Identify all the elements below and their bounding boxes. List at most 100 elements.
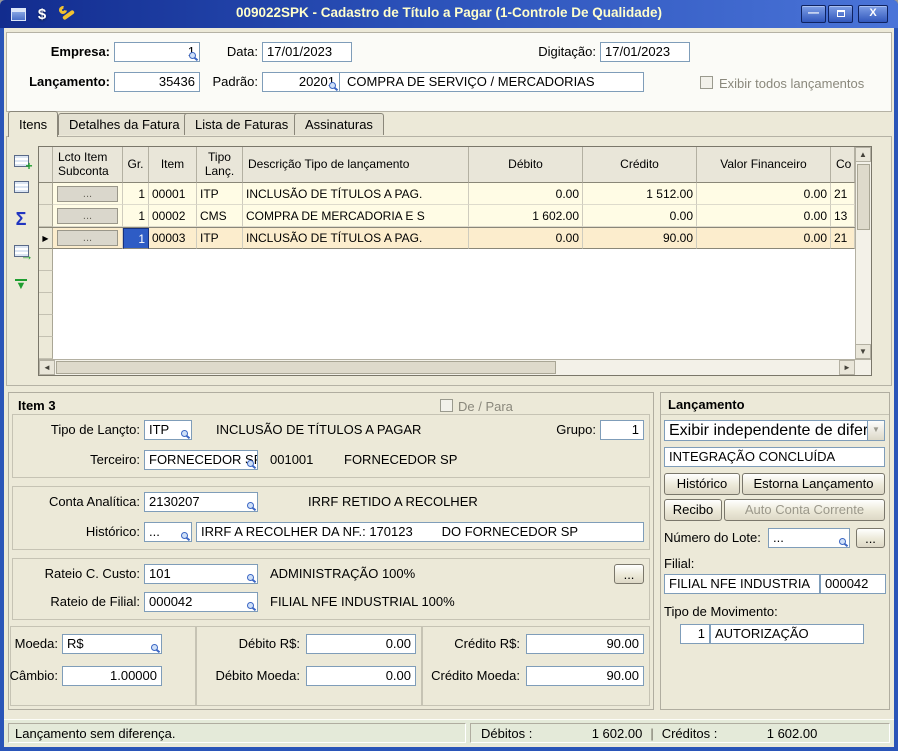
moeda-field[interactable]: R$ bbox=[62, 634, 162, 654]
column-header[interactable]: Valor Financeiro bbox=[697, 147, 831, 183]
lookup-icon[interactable] bbox=[151, 644, 160, 653]
tipo-movimento-desc-field[interactable]: AUTORIZAÇÃO bbox=[710, 624, 864, 644]
debito-cell[interactable]: 0.00 bbox=[469, 183, 583, 205]
descricao-cell[interactable]: COMPRA DE MERCADORIA E S bbox=[243, 205, 469, 227]
debito-rs-field[interactable]: 0.00 bbox=[306, 634, 416, 654]
credito-cell[interactable]: 90.00 bbox=[583, 228, 697, 249]
wrench-icon[interactable] bbox=[57, 4, 78, 24]
debito-moeda-field[interactable]: 0.00 bbox=[306, 666, 416, 686]
lookup-icon[interactable] bbox=[247, 502, 256, 511]
copy-row-button[interactable] bbox=[10, 176, 32, 198]
gr-cell-selected[interactable]: 1 bbox=[123, 228, 149, 249]
title-bar[interactable]: $ 009022SPK - Cadastro de Título a Pagar… bbox=[0, 0, 898, 28]
historico-button[interactable]: Histórico bbox=[664, 473, 740, 495]
lookup-icon[interactable] bbox=[247, 460, 256, 469]
vertical-scrollbar[interactable]: ▲ ▼ bbox=[855, 147, 871, 359]
lookup-icon[interactable] bbox=[181, 532, 190, 541]
digitacao-field[interactable]: 17/01/2023 bbox=[600, 42, 690, 62]
padrao-field[interactable]: 20201 COMPRA DE SERVIÇO / MERCADORIAS bbox=[262, 72, 644, 92]
conta-cell[interactable]: 13 bbox=[831, 205, 855, 227]
descricao-cell[interactable]: INCLUSÃO DE TÍTULOS A PAG. bbox=[243, 183, 469, 205]
vscroll-thumb[interactable] bbox=[857, 164, 870, 230]
lote-more-button[interactable]: ... bbox=[856, 528, 885, 548]
column-header[interactable]: Gr. bbox=[123, 147, 149, 183]
credito-cell[interactable]: 1 512.00 bbox=[583, 183, 697, 205]
credito-cell[interactable]: 0.00 bbox=[583, 205, 697, 227]
empresa-field[interactable]: 1 bbox=[114, 42, 200, 62]
chevron-down-icon[interactable]: ▼ bbox=[867, 421, 884, 440]
lancamento-field[interactable]: 35436 bbox=[114, 72, 200, 92]
credito-rs-field[interactable]: 90.00 bbox=[526, 634, 644, 654]
terceiro-field[interactable]: FORNECEDOR SP bbox=[144, 450, 258, 470]
insert-row-button[interactable]: + bbox=[10, 150, 33, 172]
lookup-icon[interactable] bbox=[189, 52, 198, 61]
hscroll-thumb[interactable] bbox=[56, 361, 556, 374]
historico-text-field[interactable]: IRRF A RECOLHER DA NF.: 170123 DO FORNEC… bbox=[196, 522, 644, 542]
subconta-cell[interactable]: ... bbox=[53, 205, 123, 227]
cambio-field[interactable]: 1.00000 bbox=[62, 666, 162, 686]
column-header[interactable]: Tipo Lanç. bbox=[197, 147, 243, 183]
column-header[interactable]: Item bbox=[149, 147, 197, 183]
sum-button[interactable]: Σ bbox=[10, 208, 32, 230]
tab-itens[interactable]: Itens bbox=[8, 111, 59, 137]
estorna-lancamento-button[interactable]: Estorna Lançamento bbox=[742, 473, 885, 495]
lookup-icon[interactable] bbox=[247, 602, 256, 611]
credito-moeda-field[interactable]: 90.00 bbox=[526, 666, 644, 686]
table-row[interactable]: ... 1 00002 CMS COMPRA DE MERCADORIA E S… bbox=[39, 205, 855, 227]
data-field[interactable]: 17/01/2023 bbox=[262, 42, 352, 62]
rateio-cc-more-button[interactable]: ... bbox=[614, 564, 644, 584]
tab-assinaturas[interactable]: Assinaturas bbox=[294, 113, 384, 135]
transfer-button[interactable]: → bbox=[10, 240, 34, 263]
item-cell[interactable]: 00001 bbox=[149, 183, 197, 205]
subconta-cell[interactable]: ... bbox=[53, 228, 123, 249]
rateio-cc-field[interactable]: 101 bbox=[144, 564, 258, 584]
rateio-filial-field[interactable]: 000042 bbox=[144, 592, 258, 612]
debito-cell[interactable]: 1 602.00 bbox=[469, 205, 583, 227]
exibir-combo[interactable]: Exibir independente de difere ▼ bbox=[664, 420, 885, 441]
valor-financeiro-cell[interactable]: 0.00 bbox=[697, 183, 831, 205]
historico-field[interactable]: ... bbox=[144, 522, 192, 542]
conta-cell[interactable]: 21 bbox=[831, 183, 855, 205]
scroll-down-button[interactable]: ▼ bbox=[855, 344, 871, 359]
money-icon[interactable]: $ bbox=[32, 4, 52, 24]
descricao-cell[interactable]: INCLUSÃO DE TÍTULOS A PAG. bbox=[243, 228, 469, 249]
table-row-selected[interactable]: ▶ ... 1 00003 ITP INCLUSÃO DE TÍTULOS A … bbox=[39, 227, 855, 249]
scroll-left-button[interactable]: ◄ bbox=[39, 360, 55, 375]
tipo-cell[interactable]: ITP bbox=[197, 228, 243, 249]
maximize-button[interactable] bbox=[828, 5, 853, 23]
valor-financeiro-cell[interactable]: 0.00 bbox=[697, 205, 831, 227]
conta-field[interactable]: 2130207 bbox=[144, 492, 258, 512]
column-header[interactable]: Descrição Tipo de lançamento bbox=[243, 147, 469, 183]
confirm-button[interactable]: ▼ bbox=[10, 274, 32, 296]
column-header[interactable]: Lcto Item Subconta bbox=[53, 147, 123, 183]
gr-cell[interactable]: 1 bbox=[123, 205, 149, 227]
tipo-lancto-field[interactable]: ITP bbox=[144, 420, 192, 440]
item-cell[interactable]: 00002 bbox=[149, 205, 197, 227]
debito-cell[interactable]: 0.00 bbox=[469, 228, 583, 249]
gr-cell[interactable]: 1 bbox=[123, 183, 149, 205]
filial-code-field[interactable]: 000042 bbox=[820, 574, 886, 594]
conta-cell[interactable]: 21 bbox=[831, 228, 855, 249]
table-row[interactable]: ... 1 00001 ITP INCLUSÃO DE TÍTULOS A PA… bbox=[39, 183, 855, 205]
filial-field[interactable]: FILIAL NFE INDUSTRIA bbox=[664, 574, 820, 594]
lookup-icon[interactable] bbox=[329, 82, 338, 91]
column-header[interactable]: Crédito bbox=[583, 147, 697, 183]
grupo-field[interactable]: 1 bbox=[600, 420, 644, 440]
recibo-button[interactable]: Recibo bbox=[664, 499, 722, 521]
scroll-right-button[interactable]: ► bbox=[839, 360, 855, 375]
close-button[interactable]: X bbox=[858, 5, 888, 23]
padrao-code-box[interactable]: 20201 bbox=[263, 73, 340, 91]
column-header[interactable]: Débito bbox=[469, 147, 583, 183]
minimize-button[interactable]: — bbox=[801, 5, 826, 23]
lookup-icon[interactable] bbox=[181, 430, 190, 439]
valor-financeiro-cell[interactable]: 0.00 bbox=[697, 228, 831, 249]
report-icon[interactable] bbox=[8, 4, 28, 24]
lookup-icon[interactable] bbox=[839, 538, 848, 547]
column-header[interactable]: Co bbox=[831, 147, 855, 183]
horizontal-scrollbar[interactable]: ◄ ► bbox=[39, 359, 871, 375]
subconta-cell[interactable]: ... bbox=[53, 183, 123, 205]
scroll-up-button[interactable]: ▲ bbox=[855, 147, 871, 162]
tab-detalhes-fatura[interactable]: Detalhes da Fatura bbox=[58, 113, 191, 135]
tab-lista-faturas[interactable]: Lista de Faturas bbox=[184, 113, 300, 135]
tipo-cell[interactable]: CMS bbox=[197, 205, 243, 227]
